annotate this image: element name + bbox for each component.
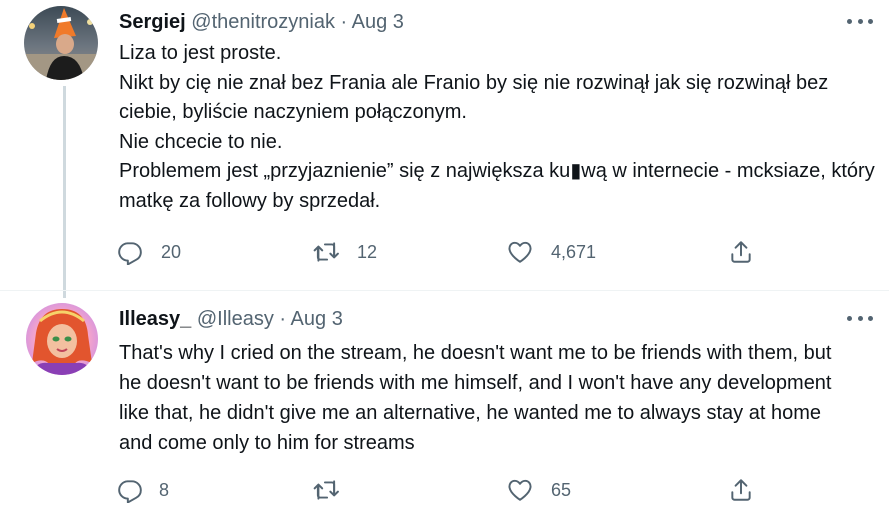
like-button[interactable]: 4,671	[507, 237, 596, 267]
tweet-date[interactable]: Aug 3	[352, 11, 404, 33]
tweet-line: Liza to jest proste.	[119, 42, 282, 64]
tweet-date[interactable]: Aug 3	[291, 308, 343, 330]
reply-icon	[118, 242, 142, 265]
reply-count: 20	[161, 241, 182, 262]
author-name[interactable]: Illeasy_	[119, 308, 191, 330]
tweet-line: Problemem jest „przyjaznienie” się z naj…	[119, 160, 875, 212]
like-icon	[508, 241, 532, 263]
author-handle[interactable]: @Illeasy	[197, 308, 274, 330]
tweet-actions: 8 65	[117, 475, 767, 505]
tweet-text: Liza to jest proste. Nikt by cię nie zna…	[119, 39, 879, 216]
retweet-button[interactable]: 12	[313, 237, 377, 267]
reply-icon	[118, 480, 142, 503]
more-icon[interactable]	[847, 311, 873, 325]
avatar[interactable]	[24, 6, 98, 80]
tweet-line: Nie chcecie to nie.	[119, 130, 283, 153]
tweet-header: Sergiej @thenitrozyniak · Aug 3	[119, 9, 404, 35]
separator: ·	[340, 11, 348, 33]
separator: ·	[279, 308, 287, 330]
share-button[interactable]	[728, 475, 754, 505]
retweet-icon	[313, 242, 339, 262]
tweet[interactable]: Sergiej @thenitrozyniak · Aug 3 Liza to …	[0, 0, 889, 298]
like-button[interactable]: 65	[507, 475, 571, 505]
like-count: 65	[551, 479, 572, 500]
thread-line	[63, 86, 66, 298]
share-icon	[731, 479, 751, 501]
reply-button[interactable]: 20	[117, 237, 181, 267]
like-icon	[508, 479, 532, 501]
retweet-button[interactable]	[313, 475, 357, 505]
tweet-text: That's why I cried on the stream, he doe…	[119, 338, 859, 458]
reply-button[interactable]: 8	[117, 475, 169, 505]
tweet-line: Nikt by cię nie znał bez Frania ale Fran…	[119, 71, 829, 124]
tweet-actions: 20 12 4,671	[117, 237, 767, 267]
share-button[interactable]	[728, 237, 754, 267]
retweet-count: 12	[357, 241, 378, 262]
reply-count: 8	[159, 479, 170, 500]
author-name[interactable]: Sergiej	[119, 11, 186, 33]
share-icon	[731, 241, 751, 263]
more-icon[interactable]	[847, 14, 873, 28]
tweet-header: Illeasy_ @Illeasy · Aug 3	[119, 306, 343, 332]
avatar[interactable]	[26, 303, 98, 375]
tweet-line: That's why I cried on the stream, he doe…	[119, 342, 832, 454]
retweet-icon	[313, 480, 339, 500]
tweet[interactable]: Illeasy_ @Illeasy · Aug 3 That's why I c…	[0, 290, 889, 514]
author-handle[interactable]: @thenitrozyniak	[191, 11, 335, 33]
like-count: 4,671	[551, 241, 597, 262]
